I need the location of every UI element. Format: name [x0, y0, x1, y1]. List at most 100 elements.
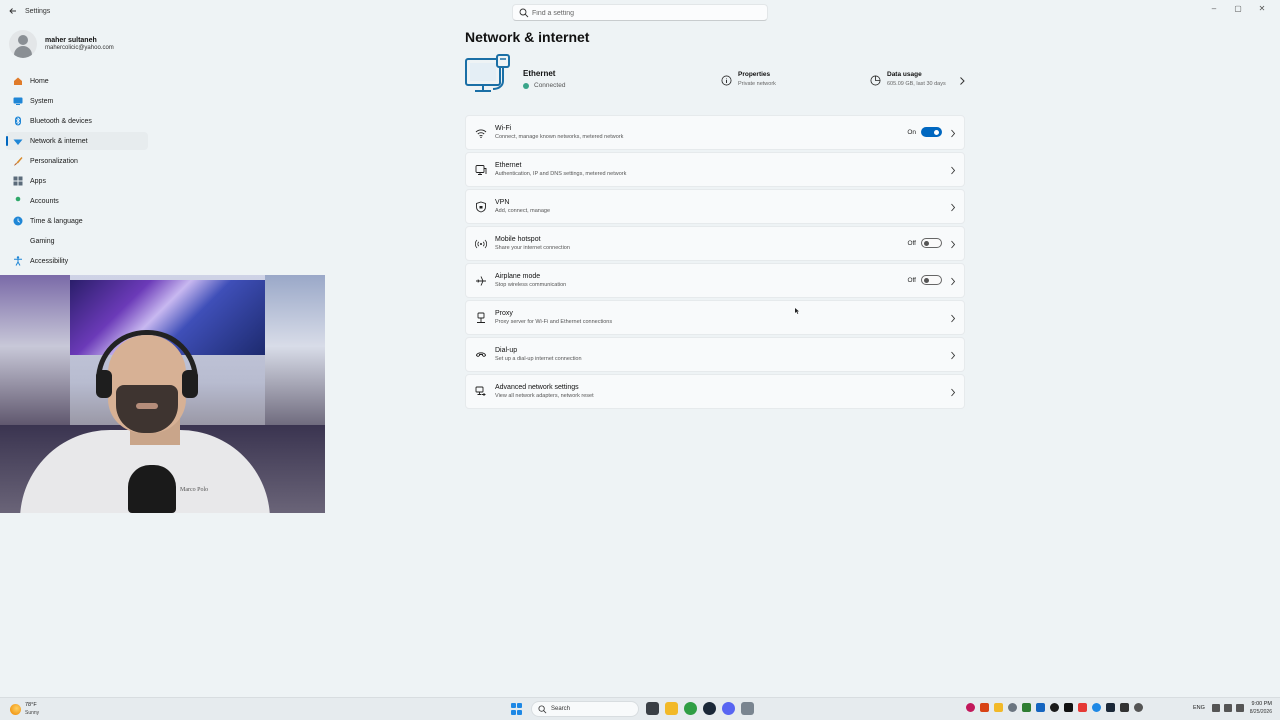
chevron-right-icon: [951, 129, 956, 138]
mouse-cursor-icon: [795, 308, 799, 314]
tray-app-icon[interactable]: [994, 703, 1003, 712]
settings-card-ethernet[interactable]: Ethernet Authentication, IP and DNS setti…: [465, 152, 965, 187]
tray-app-icon[interactable]: [1064, 703, 1073, 712]
microphone-icon: [128, 465, 176, 513]
tray-app-icon[interactable]: [966, 703, 975, 712]
sidebar-item-apps[interactable]: Apps: [6, 172, 148, 190]
settings-card-mobile-hotspot[interactable]: Mobile hotspot Share your internet connec…: [465, 226, 965, 261]
settings-card-advanced-network-settings[interactable]: Advanced network settings View all networ…: [465, 374, 965, 409]
chevron-right-icon: [960, 77, 965, 85]
wi-fi-toggle[interactable]: [921, 127, 942, 137]
taskbar-search[interactable]: Search: [531, 701, 639, 717]
sun-icon: [10, 704, 21, 715]
settings-card-vpn[interactable]: VPN Add, connect, manage: [465, 189, 965, 224]
sidebar-item-label: Bluetooth & devices: [30, 117, 92, 125]
chevron-right-icon: [951, 388, 956, 397]
chevron-right-icon: [951, 314, 956, 323]
data-usage-link[interactable]: Data usage 605.09 GB, last 30 days: [870, 71, 965, 93]
system-icon: [13, 97, 23, 105]
airplane-mode-toggle[interactable]: [921, 275, 942, 285]
windows-logo-icon: [511, 703, 516, 708]
sidebar-item-label: System: [30, 97, 54, 105]
info-icon: [721, 75, 732, 86]
tray-app-icon[interactable]: [1092, 703, 1101, 712]
data-usage-icon: [870, 75, 881, 86]
proxy-icon: [477, 312, 485, 323]
sidebar-item-bluetooth-and-devices[interactable]: Bluetooth & devices: [6, 112, 148, 130]
find-setting-search[interactable]: [512, 4, 768, 21]
tray-app-icon[interactable]: [1106, 703, 1115, 712]
tray-app-icon[interactable]: [1134, 703, 1143, 712]
tray-app-icon[interactable]: [1050, 703, 1059, 712]
back-arrow-icon: [9, 8, 16, 14]
settings-card-proxy[interactable]: Proxy Proxy server for Wi-Fi and Ethernet…: [465, 300, 965, 335]
taskbar-apps: [646, 702, 754, 715]
clock-time: 9:00 PM: [1251, 701, 1272, 707]
card-subtitle: View all network adapters, network reset: [495, 393, 594, 399]
search-icon: [519, 8, 529, 18]
back-button[interactable]: [6, 6, 20, 20]
card-subtitle: Authentication, IP and DNS settings, met…: [495, 171, 627, 177]
file-explorer-app-icon[interactable]: [665, 702, 678, 715]
settings-card-wi-fi[interactable]: Wi-Fi Connect, manage known networks, met…: [465, 115, 965, 150]
sidebar-item-system[interactable]: System: [6, 92, 148, 110]
properties-link[interactable]: Properties Private network: [721, 71, 811, 93]
home-icon: [14, 77, 22, 85]
tray-app-icon[interactable]: [980, 703, 989, 712]
settings-app-icon[interactable]: [741, 702, 754, 715]
network-status-icon: [1212, 704, 1220, 712]
card-subtitle: Add, connect, manage: [495, 208, 551, 214]
weather-temp: 78°F: [25, 702, 37, 708]
sidebar-item-time-and-language[interactable]: Time & language: [6, 212, 148, 230]
sidebar-item-accessibility[interactable]: Accessibility: [6, 252, 148, 270]
chrome-app-icon[interactable]: [684, 702, 697, 715]
language-indicator[interactable]: ENG: [1193, 705, 1205, 711]
user-profile[interactable]: maher sultaneh mahercolicic@yahoo.com: [9, 30, 159, 60]
sidebar-item-personalization[interactable]: Personalization: [6, 152, 148, 170]
clock-date: 8/25/2026: [1249, 709, 1272, 715]
tray-app-icon[interactable]: [1120, 703, 1129, 712]
tray-app-icon[interactable]: [1078, 703, 1087, 712]
sidebar-item-label: Time & language: [30, 217, 83, 225]
minimize-button[interactable]: –: [1202, 2, 1226, 16]
settings-card-dial-up[interactable]: Dial-up Set up a dial-up internet connect…: [465, 337, 965, 372]
card-title: Mobile hotspot: [495, 236, 541, 243]
chevron-right-icon: [951, 166, 956, 175]
sidebar-item-accounts[interactable]: Accounts: [6, 192, 148, 210]
sidebar-item-label: Personalization: [30, 157, 78, 165]
apps-icon: [13, 176, 23, 186]
quick-settings[interactable]: [1212, 704, 1244, 712]
connected-dot-icon: [523, 82, 529, 89]
settings-list: Wi-Fi Connect, manage known networks, met…: [465, 115, 965, 411]
bluetooth-icon: [15, 116, 21, 126]
sidebar-item-home[interactable]: Home: [6, 72, 148, 90]
taskbar: 78°F Sunny Search ENG 9:00 PM 8/25/2026: [0, 697, 1280, 720]
toggle-state-label: Off: [907, 240, 916, 247]
maximize-button[interactable]: ▢: [1226, 2, 1250, 16]
weather-widget[interactable]: 78°F Sunny: [10, 702, 70, 718]
mobile-hotspot-toggle[interactable]: [921, 238, 942, 248]
discord-app-icon[interactable]: [722, 702, 735, 715]
weather-condition: Sunny: [25, 710, 40, 716]
task-view-app-icon[interactable]: [646, 702, 659, 715]
steam-app-icon[interactable]: [703, 702, 716, 715]
chevron-right-icon: [951, 351, 956, 360]
sidebar-item-label: Home: [30, 77, 49, 85]
avatar: [9, 30, 37, 58]
chevron-right-icon: [951, 240, 956, 249]
connection-status-text: Connected: [534, 82, 566, 89]
tray-app-icon[interactable]: [1036, 703, 1045, 712]
card-title: Dial-up: [495, 347, 518, 354]
accounts-icon: [15, 196, 21, 202]
clock[interactable]: 9:00 PM 8/25/2026: [1242, 701, 1272, 715]
start-button[interactable]: [511, 703, 523, 715]
sidebar-item-gaming[interactable]: Gaming: [6, 232, 148, 250]
close-button[interactable]: ✕: [1250, 2, 1274, 16]
search-input[interactable]: [532, 7, 752, 19]
sidebar-item-network-and-internet[interactable]: Network & internet: [6, 132, 148, 150]
tray-app-icon[interactable]: [1008, 703, 1017, 712]
tray-app-icon[interactable]: [1022, 703, 1031, 712]
sidebar-item-label: Apps: [30, 177, 46, 185]
settings-card-airplane-mode[interactable]: Airplane mode Stop wireless communication…: [465, 263, 965, 298]
webcam-overlay: Marco Polo: [0, 275, 325, 513]
